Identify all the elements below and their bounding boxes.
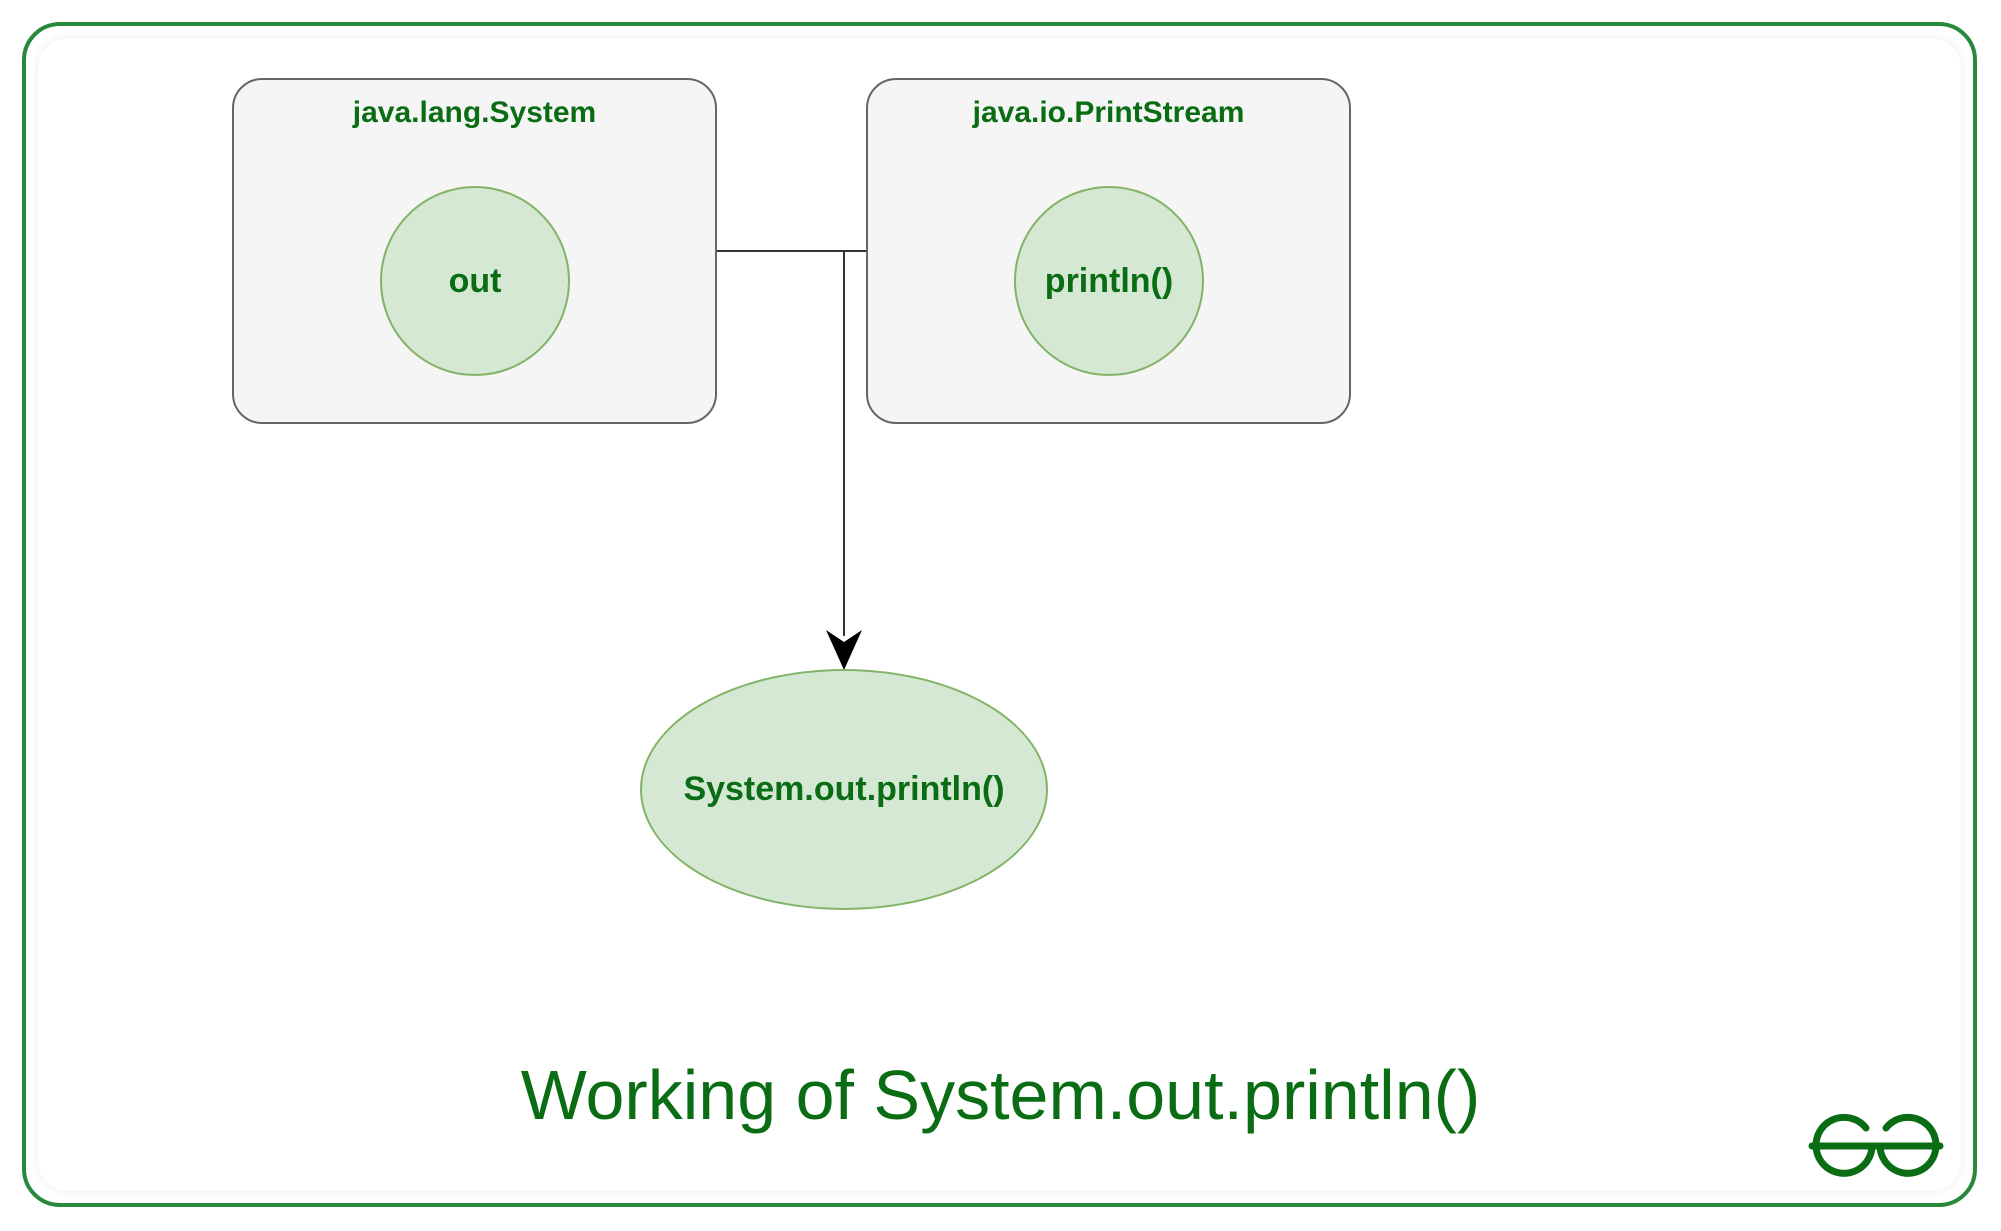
- result-ellipse: System.out.println(): [640, 669, 1048, 910]
- class-box-printstream: java.io.PrintStream println(): [866, 78, 1351, 424]
- diagram-title: Working of System.out.println(): [0, 1055, 2001, 1135]
- geeksforgeeks-logo-icon: [1806, 1106, 1946, 1186]
- method-circle-println-label: println(): [1045, 262, 1173, 301]
- class-box-system: java.lang.System out: [232, 78, 717, 424]
- method-circle-println: println(): [1014, 186, 1204, 376]
- member-circle-out-label: out: [449, 262, 502, 301]
- arrowhead-icon: [824, 626, 864, 670]
- member-circle-out: out: [380, 186, 570, 376]
- class-title-printstream: java.io.PrintStream: [868, 96, 1349, 130]
- result-ellipse-label: System.out.println(): [683, 770, 1004, 809]
- connector-vertical: [843, 250, 845, 636]
- class-title-system: java.lang.System: [234, 96, 715, 130]
